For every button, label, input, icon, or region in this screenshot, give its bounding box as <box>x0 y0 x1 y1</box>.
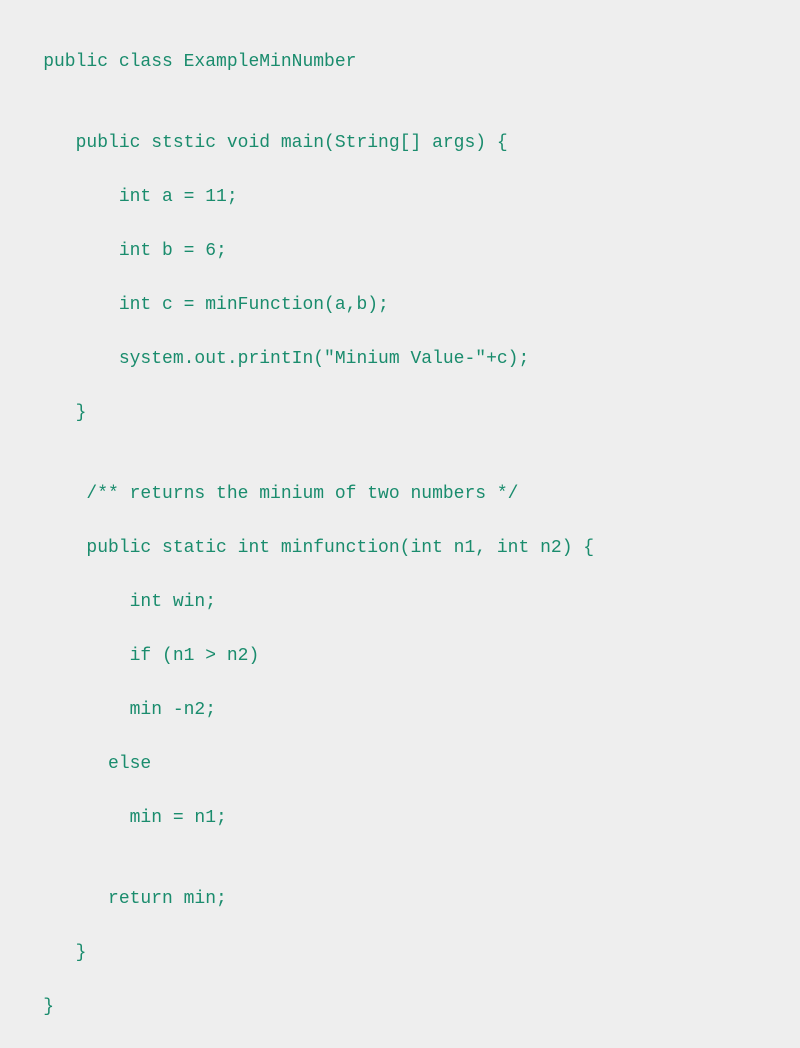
code-line: if (n1 > n2) <box>0 643 800 670</box>
code-line: public ststic void main(String[] args) { <box>0 130 800 157</box>
code-line: } <box>0 994 800 1021</box>
code-line: public static int minfunction(int n1, in… <box>0 535 800 562</box>
code-line: } <box>0 400 800 427</box>
code-line: int win; <box>0 589 800 616</box>
code-line: int c = minFunction(a,b); <box>0 292 800 319</box>
code-line: else <box>0 751 800 778</box>
code-line: system.out.printIn("Minium Value-"+c); <box>0 346 800 373</box>
code-line: min = n1; <box>0 805 800 832</box>
code-line: /** returns the minium of two numbers */ <box>0 481 800 508</box>
code-line: int a = 11; <box>0 184 800 211</box>
code-line: } <box>0 940 800 967</box>
code-line: return min; <box>0 886 800 913</box>
code-block: public class ExampleMinNumber public sts… <box>0 22 800 1048</box>
code-line: min -n2; <box>0 697 800 724</box>
code-line: int b = 6; <box>0 238 800 265</box>
code-line: public class ExampleMinNumber <box>0 49 800 76</box>
